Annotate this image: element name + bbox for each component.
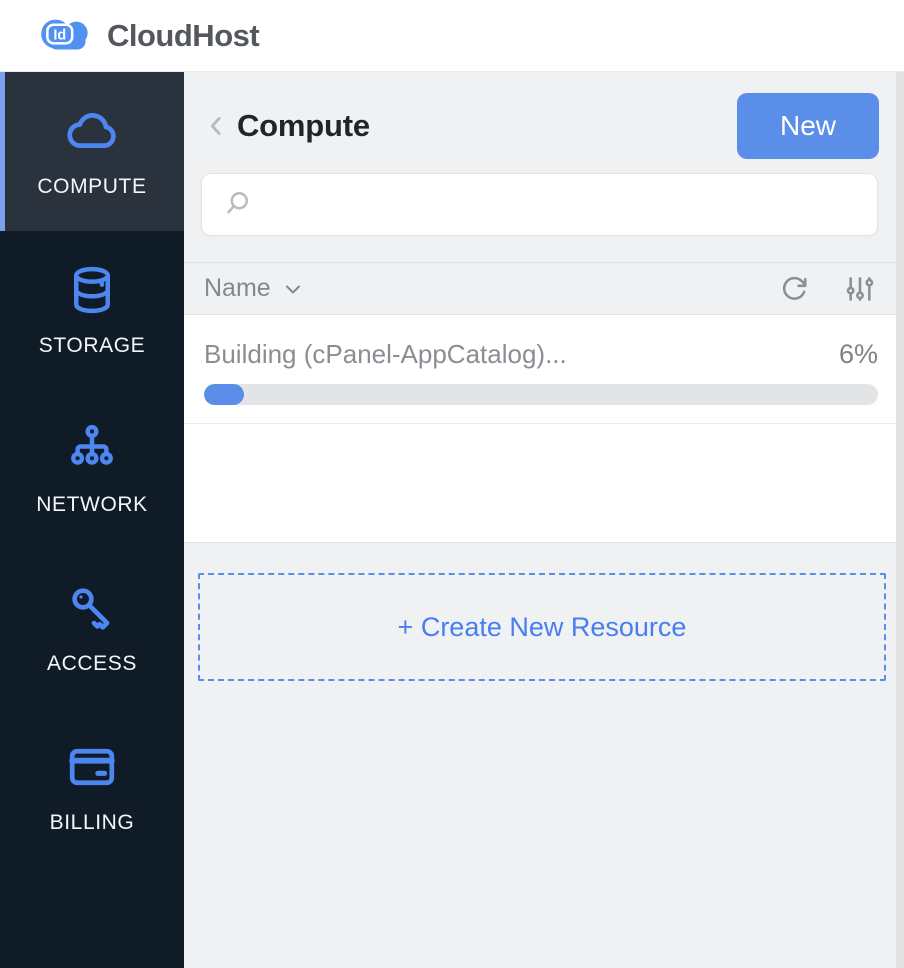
table-row[interactable]: Building (cPanel-AppCatalog)... 6% xyxy=(184,315,896,424)
list-header: Name xyxy=(184,262,896,315)
sidebar-item-compute[interactable]: COMPUTE xyxy=(0,72,184,231)
chevron-down-icon xyxy=(281,277,305,301)
database-icon xyxy=(65,263,119,317)
main-content: Compute New Name Building (cPanel-AppCat… xyxy=(184,72,896,968)
sidebar-item-label: BILLING xyxy=(49,811,135,834)
cloud-badge-icon: Id xyxy=(36,10,98,61)
create-new-resource-button[interactable]: + Create New Resource xyxy=(198,573,886,681)
main-panel: Compute New Name Building (cPanel-AppCat… xyxy=(184,72,904,968)
sidebar-item-label: COMPUTE xyxy=(37,175,147,198)
resource-list: Building (cPanel-AppCatalog)... 6% xyxy=(184,315,896,543)
sidebar-item-billing[interactable]: BILLING xyxy=(0,708,184,867)
title-row: Compute New xyxy=(201,92,879,160)
page-title: Compute xyxy=(237,108,370,143)
app-window: Id CloudHost COMPUTE STORAGE NETWORK ACC… xyxy=(0,0,904,968)
sidebar-item-label: ACCESS xyxy=(47,652,137,675)
back-chevron-icon[interactable] xyxy=(201,111,231,141)
cloud-icon xyxy=(65,104,119,158)
key-icon xyxy=(65,581,119,635)
badge-text: Id xyxy=(53,28,66,44)
sidebar: COMPUTE STORAGE NETWORK ACCESS BILLING xyxy=(0,72,184,968)
network-icon xyxy=(65,422,119,476)
search-icon xyxy=(222,188,252,218)
sidebar-item-label: STORAGE xyxy=(38,334,146,357)
progress-percent-label: 6% xyxy=(838,339,878,369)
resource-name: Building (cPanel-AppCatalog)... xyxy=(204,339,567,369)
create-new-resource-label: + Create New Resource xyxy=(397,611,687,642)
progress-fill xyxy=(204,384,245,405)
sidebar-item-network[interactable]: NETWORK xyxy=(0,390,184,549)
search-box[interactable] xyxy=(201,173,878,236)
sidebar-item-access[interactable]: ACCESS xyxy=(0,549,184,708)
new-button[interactable]: New xyxy=(737,93,879,159)
filter-sliders-icon[interactable] xyxy=(844,273,876,305)
search-input[interactable] xyxy=(262,188,877,222)
sidebar-item-storage[interactable]: STORAGE xyxy=(0,231,184,390)
sidebar-item-label: NETWORK xyxy=(36,493,148,516)
brand-name: CloudHost xyxy=(107,17,260,53)
credit-card-icon xyxy=(65,740,119,794)
refresh-icon[interactable] xyxy=(778,273,810,305)
progress-bar xyxy=(204,384,878,405)
top-header: Id CloudHost xyxy=(0,0,904,72)
sort-by-name[interactable]: Name xyxy=(204,274,305,303)
brand-logo[interactable]: Id CloudHost xyxy=(36,10,260,61)
sort-label: Name xyxy=(204,274,271,302)
scrollbar-gutter[interactable] xyxy=(896,72,904,968)
